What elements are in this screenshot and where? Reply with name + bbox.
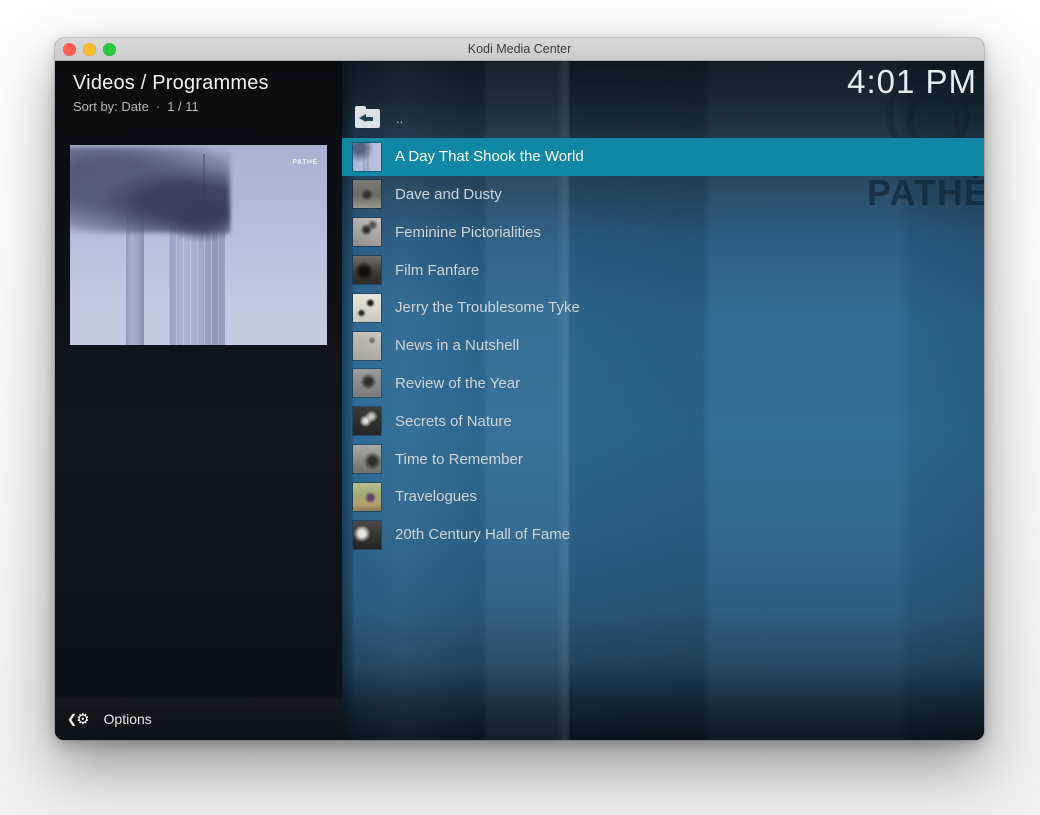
options-label: Options xyxy=(104,711,152,727)
list-item[interactable]: Time to Remember xyxy=(342,440,984,478)
list-item-label: Film Fanfare xyxy=(395,262,479,279)
watermark-text: PATHÉ xyxy=(292,159,317,166)
kodi-content: BRITISH PATHÉ 4:01 PM .. A Day That Shoo… xyxy=(55,61,984,740)
video-thumbnail xyxy=(353,143,381,171)
macos-titlebar[interactable]: Kodi Media Center xyxy=(55,38,984,61)
kodi-window: Kodi Media Center BRITISH PATHÉ 4:01 PM … xyxy=(55,38,984,740)
list-item-label: Jerry the Troublesome Tyke xyxy=(395,299,580,316)
sort-status[interactable]: Sort by: Date · 1 / 11 xyxy=(73,99,199,114)
video-thumbnail xyxy=(353,445,381,473)
traffic-lights xyxy=(63,43,116,56)
list-item[interactable]: A Day That Shook the World xyxy=(342,138,984,176)
list-item-label: A Day That Shook the World xyxy=(395,148,584,165)
list-item[interactable]: Dave and Dusty xyxy=(342,176,984,214)
sidebar-panel: Videos / Programmes Sort by: Date · 1 / … xyxy=(55,61,342,740)
list-item[interactable]: News in a Nutshell xyxy=(342,327,984,365)
page-title: Videos / Programmes xyxy=(73,72,269,95)
list-item-label: Time to Remember xyxy=(395,451,523,468)
sort-by-label: Sort by: Date xyxy=(73,99,149,114)
video-thumbnail xyxy=(353,521,381,549)
list-item[interactable]: Film Fanfare xyxy=(342,251,984,289)
list-item[interactable]: Review of the Year xyxy=(342,365,984,403)
options-button[interactable]: ❮⚙ Options xyxy=(55,698,342,740)
video-thumbnail xyxy=(353,483,381,511)
separator-dot: · xyxy=(156,99,160,114)
list-item-label: Dave and Dusty xyxy=(395,186,502,203)
preview-thumbnail: PATHÉ xyxy=(70,145,327,345)
video-list: .. A Day That Shook the World Dave and D… xyxy=(342,100,984,554)
window-title: Kodi Media Center xyxy=(468,42,572,56)
list-item[interactable]: Jerry the Troublesome Tyke xyxy=(342,289,984,327)
minimize-button[interactable] xyxy=(83,43,96,56)
list-item-label: Travelogues xyxy=(395,488,477,505)
video-thumbnail xyxy=(353,369,381,397)
list-item-label: Secrets of Nature xyxy=(395,413,512,430)
video-thumbnail xyxy=(353,180,381,208)
folder-up-icon xyxy=(355,109,380,128)
list-item-label: Review of the Year xyxy=(395,375,520,392)
video-thumbnail xyxy=(353,218,381,246)
video-thumbnail xyxy=(353,256,381,284)
smoke-plume-shape xyxy=(70,147,230,233)
options-gear-icon: ❮⚙ xyxy=(67,712,90,727)
list-item[interactable]: Secrets of Nature xyxy=(342,402,984,440)
video-thumbnail xyxy=(353,332,381,360)
clock: 4:01 PM xyxy=(847,63,977,101)
video-thumbnail xyxy=(353,294,381,322)
list-item-label: News in a Nutshell xyxy=(395,337,519,354)
list-item-parent-directory[interactable]: .. xyxy=(342,100,984,138)
video-list-panel: BRITISH PATHÉ 4:01 PM .. A Day That Shoo… xyxy=(342,61,984,740)
pathe-preview-watermark: PATHÉ xyxy=(290,151,320,169)
zoom-button[interactable] xyxy=(103,43,116,56)
list-item-label: 20th Century Hall of Fame xyxy=(395,526,570,543)
close-button[interactable] xyxy=(63,43,76,56)
list-item[interactable]: 20th Century Hall of Fame xyxy=(342,516,984,554)
list-item-label: Feminine Pictorialities xyxy=(395,224,541,241)
list-item[interactable]: Feminine Pictorialities xyxy=(342,213,984,251)
item-position: 1 / 11 xyxy=(167,99,199,114)
list-item[interactable]: Travelogues xyxy=(342,478,984,516)
video-thumbnail xyxy=(353,407,381,435)
parent-directory-label: .. xyxy=(396,111,403,126)
